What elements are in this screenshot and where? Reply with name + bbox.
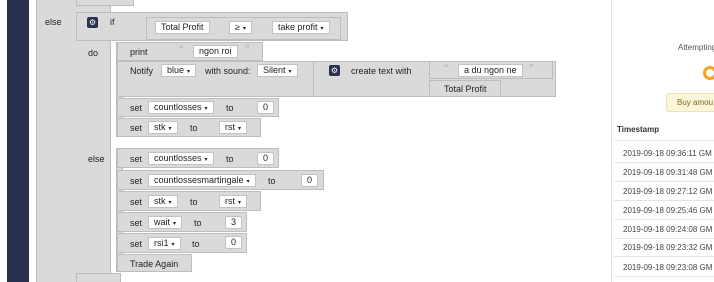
to-label: to xyxy=(192,239,200,249)
attempting-text: Attempting xyxy=(678,43,714,52)
operator-dropdown[interactable]: ≥ ▾ xyxy=(229,21,252,34)
print-label: print xyxy=(130,47,148,57)
timestamp-row[interactable]: 2019-09-18 09:23:32 GM xyxy=(623,243,712,252)
to-label: to xyxy=(226,103,234,113)
to-label: to xyxy=(190,123,198,133)
timestamp-row[interactable]: 2019-09-18 09:31:48 GM xyxy=(623,168,712,177)
timestamp-header[interactable]: Timestamp xyxy=(617,125,659,134)
stk-dropdown[interactable]: stk ▾ xyxy=(148,195,178,208)
row-divider xyxy=(614,256,714,257)
row-divider xyxy=(614,276,714,277)
close-quote-icon: ” xyxy=(529,61,534,76)
countlosses-dropdown[interactable]: countlosses ▾ xyxy=(148,152,214,165)
open-quote-icon: “ xyxy=(179,42,184,57)
value-field[interactable]: 3 xyxy=(225,216,242,229)
loading-spinner-icon xyxy=(703,66,714,80)
gear-icon[interactable]: ⚙ xyxy=(329,65,340,76)
to-label: to xyxy=(268,176,276,186)
set-label: set xyxy=(130,123,143,133)
trade-again-label: Trade Again xyxy=(130,259,179,269)
else-label: else xyxy=(45,17,62,27)
timestamp-row[interactable]: 2019-09-18 09:36:11 GM xyxy=(623,149,712,158)
sound-dropdown[interactable]: Silent ▾ xyxy=(257,64,298,77)
close-quote-icon: ” xyxy=(245,42,250,57)
if-else-top-cap xyxy=(76,0,134,6)
value-field[interactable]: 0 xyxy=(301,174,318,187)
set-label: set xyxy=(130,103,143,113)
else-label: else xyxy=(88,154,105,164)
buy-amount-notice: Buy amou xyxy=(666,93,714,112)
rst-dropdown[interactable]: rst ▾ xyxy=(219,121,248,134)
gear-icon[interactable]: ⚙ xyxy=(87,17,98,28)
set-label: set xyxy=(130,239,143,249)
value-field[interactable]: 0 xyxy=(257,101,274,114)
set-label: set xyxy=(130,154,143,164)
row-divider xyxy=(614,219,714,220)
set-label: set xyxy=(130,176,143,186)
row-divider xyxy=(614,238,714,239)
if-else-bottom xyxy=(76,273,121,282)
create-text-label: create text with xyxy=(351,66,412,76)
toolbox-strip xyxy=(7,0,29,282)
timestamp-row[interactable]: 2019-09-18 09:24:08 GM xyxy=(623,225,712,234)
rsi1-dropdown[interactable]: rsi1 ▾ xyxy=(148,237,181,250)
set-label: set xyxy=(130,218,143,228)
timestamp-row[interactable]: 2019-09-18 09:25:46 GM xyxy=(623,206,712,215)
total-profit-dropdown[interactable]: Total Profit xyxy=(155,21,210,34)
print-text-field[interactable]: ngon roi xyxy=(193,45,238,58)
row-divider xyxy=(614,162,714,163)
notify-color-dropdown[interactable]: blue ▾ xyxy=(161,64,197,77)
header-divider xyxy=(614,140,714,141)
do-label: do xyxy=(88,48,99,58)
row-divider xyxy=(614,181,714,182)
to-label: to xyxy=(190,197,198,207)
to-label: to xyxy=(226,154,234,164)
countlossesmartingale-dropdown[interactable]: countlossesmartingale ▾ xyxy=(148,174,256,187)
if-label: if xyxy=(110,17,115,27)
if-else-block[interactable] xyxy=(36,0,111,282)
take-profit-dropdown[interactable]: take profit ▾ xyxy=(272,21,330,34)
timestamp-row[interactable]: 2019-09-18 09:23:08 GM xyxy=(623,263,712,272)
value-field[interactable]: 0 xyxy=(257,152,274,165)
stk-dropdown[interactable]: stk ▾ xyxy=(148,121,178,134)
timestamp-row[interactable]: 2019-09-18 09:27:12 GM xyxy=(623,187,712,196)
row-divider xyxy=(614,200,714,201)
wait-dropdown[interactable]: wait ▾ xyxy=(148,216,183,229)
text-total-profit-label: Total Profit xyxy=(444,84,487,94)
rst-dropdown[interactable]: rst ▾ xyxy=(219,195,248,208)
to-label: to xyxy=(194,218,202,228)
notify-label: Notify xyxy=(130,66,154,76)
toolbox-sidebar xyxy=(0,0,29,282)
text-item-field[interactable]: a du ngon ne xyxy=(458,64,523,77)
countlosses-dropdown[interactable]: countlosses ▾ xyxy=(148,101,214,114)
with-sound-label: with sound: xyxy=(205,66,251,76)
value-field[interactable]: 0 xyxy=(225,236,242,249)
set-label: set xyxy=(130,197,143,207)
open-quote-icon: “ xyxy=(444,61,449,76)
